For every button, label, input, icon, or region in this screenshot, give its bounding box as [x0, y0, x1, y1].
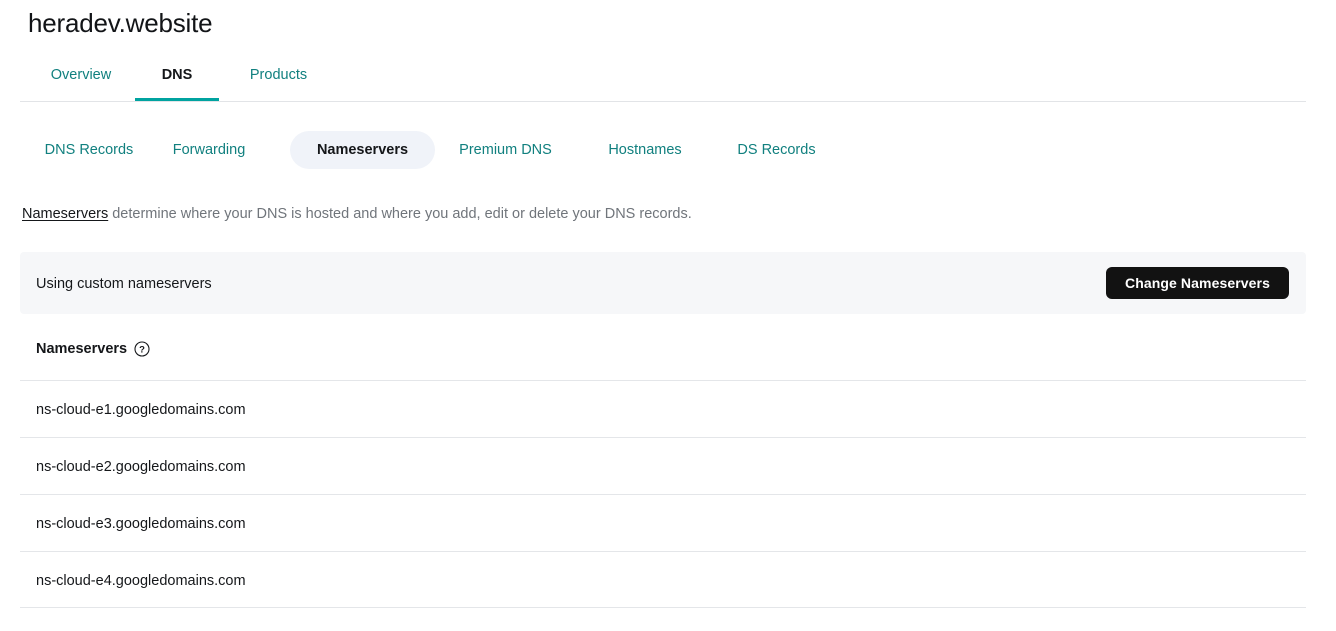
domain-dns-page: heradev.website Overview DNS Products DN…: [0, 0, 1336, 631]
tab-dns[interactable]: DNS: [135, 64, 219, 101]
nameservers-list: ns-cloud-e1.googledomains.com ns-cloud-e…: [20, 380, 1306, 608]
question-circle-icon[interactable]: ?: [134, 341, 150, 357]
description-text: Nameservers determine where your DNS is …: [22, 204, 692, 224]
subtab-premium-dns[interactable]: Premium DNS: [457, 131, 554, 169]
nameserver-value: ns-cloud-e2.googledomains.com: [36, 459, 246, 475]
subtab-hostnames[interactable]: Hostnames: [604, 131, 686, 169]
subtab-ds-records[interactable]: DS Records: [733, 131, 820, 169]
nameserver-value: ns-cloud-e1.googledomains.com: [36, 402, 246, 418]
nameserver-value: ns-cloud-e4.googledomains.com: [36, 573, 246, 589]
subtab-dns-records[interactable]: DNS Records: [42, 131, 136, 169]
nameservers-header-label: Nameservers: [36, 341, 128, 357]
status-banner-text: Using custom nameservers: [36, 276, 212, 292]
change-nameservers-button[interactable]: Change Nameservers: [1106, 267, 1289, 299]
svg-text:?: ?: [139, 345, 145, 356]
table-row: ns-cloud-e4.googledomains.com: [20, 551, 1306, 608]
nameservers-list-header: Nameservers ?: [36, 341, 150, 357]
table-row: ns-cloud-e3.googledomains.com: [20, 494, 1306, 551]
description-rest: determine where your DNS is hosted and w…: [108, 206, 692, 222]
status-banner: Using custom nameservers Change Nameserv…: [20, 252, 1306, 314]
primary-tab-bar: Overview DNS Products: [20, 64, 1306, 102]
table-row: ns-cloud-e1.googledomains.com: [20, 380, 1306, 437]
nameservers-help-link[interactable]: Nameservers: [22, 206, 108, 222]
page-title: heradev.website: [28, 8, 213, 38]
subtab-forwarding[interactable]: Forwarding: [166, 131, 252, 169]
nameserver-value: ns-cloud-e3.googledomains.com: [36, 516, 246, 532]
tab-products[interactable]: Products: [231, 64, 326, 101]
tab-overview[interactable]: Overview: [39, 64, 123, 101]
table-row: ns-cloud-e2.googledomains.com: [20, 437, 1306, 494]
subtab-nameservers[interactable]: Nameservers: [290, 131, 435, 169]
